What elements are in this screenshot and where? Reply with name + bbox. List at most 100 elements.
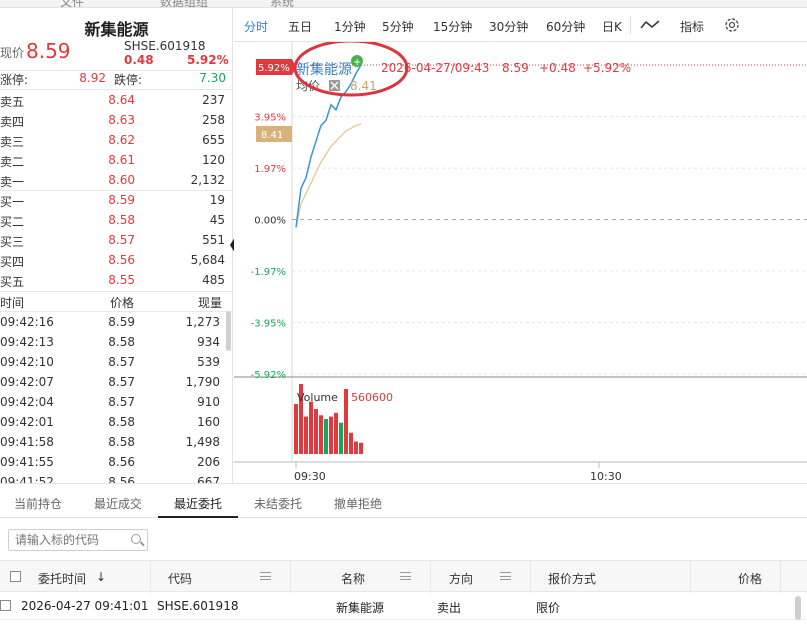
tab-daily-k[interactable]: 日K xyxy=(602,18,622,35)
tick-price: 8.58 xyxy=(108,415,135,429)
y-tick-label: 0.00% xyxy=(254,216,286,227)
search-box[interactable] xyxy=(8,529,148,551)
order-book-row[interactable]: 卖一 8.60 2,132 xyxy=(0,170,228,190)
tab-cancel-reject[interactable]: 撤单拒绝 xyxy=(334,495,382,512)
col-order-type[interactable]: 报价方式 xyxy=(548,570,596,587)
tab-five-day[interactable]: 五日 xyxy=(288,18,312,35)
order-book-row[interactable]: 卖四 8.63 258 xyxy=(0,110,228,130)
sort-down-icon[interactable]: ↓ xyxy=(96,570,106,584)
col-menu-icon[interactable] xyxy=(500,572,511,580)
limit-down-value: 7.30 xyxy=(199,71,226,85)
tick-row[interactable]: 09:41:58 8.58 1,498 xyxy=(0,432,228,452)
book-price: 8.61 xyxy=(108,153,135,167)
tab-recent-trades[interactable]: 最近成交 xyxy=(94,495,142,512)
tick-volume: 539 xyxy=(197,355,220,369)
tick-volume: 206 xyxy=(197,455,220,469)
table-scrollbar[interactable] xyxy=(795,596,801,620)
tab-30min[interactable]: 30分钟 xyxy=(489,18,528,35)
tick-row[interactable]: 09:41:55 8.56 206 xyxy=(0,452,228,472)
tick-row[interactable]: 09:41:52 8.56 667 xyxy=(0,472,228,483)
volume-bar xyxy=(294,404,298,454)
tick-time: 09:42:16 xyxy=(0,315,54,329)
tab-15min[interactable]: 15分钟 xyxy=(433,18,472,35)
order-book-row[interactable]: 卖五 8.64 237 xyxy=(0,90,228,110)
order-book-row[interactable]: 卖二 8.61 120 xyxy=(0,150,228,170)
tab-positions[interactable]: 当前持仓 xyxy=(14,495,62,512)
price-change-pct: 5.92% xyxy=(187,53,229,67)
tick-row[interactable]: 09:42:10 8.57 539 xyxy=(0,352,228,372)
tick-time: 09:42:07 xyxy=(0,375,54,389)
order-book-row[interactable]: 买一 8.59 19 xyxy=(0,190,228,210)
book-level-label: 卖一 xyxy=(0,175,25,189)
col-divider xyxy=(530,561,531,593)
book-price: 8.55 xyxy=(108,273,135,287)
volume-value: 560600 xyxy=(351,391,393,404)
tick-volume: 910 xyxy=(197,395,220,409)
intraday-chart[interactable]: 5.92% 8.41 3.95% 1.97% 0.00% -1.97% -3.95% -5… xyxy=(234,42,807,483)
menu-data[interactable]: 数据组组 xyxy=(160,0,208,7)
tick-price: 8.57 xyxy=(108,375,135,389)
chart-change: +0.48 xyxy=(539,61,576,75)
search-input[interactable] xyxy=(15,530,125,550)
wave-line-icon[interactable] xyxy=(640,19,660,31)
tick-time: 09:42:10 xyxy=(0,355,54,369)
tick-row[interactable]: 09:42:16 8.59 1,273 xyxy=(0,312,228,332)
volume-bar xyxy=(329,416,333,454)
menu-system[interactable]: 系统 xyxy=(270,0,294,7)
order-book-row[interactable]: 买五 8.55 485 xyxy=(0,270,228,290)
orders-table-header: 委托时间 ↓ 代码 名称 方向 报价方式 价格 xyxy=(0,560,807,593)
tick-time: 09:42:01 xyxy=(0,415,54,429)
tick-row[interactable]: 09:42:04 8.57 910 xyxy=(0,392,228,412)
order-name: 新集能源 xyxy=(336,601,385,615)
volume-bar xyxy=(319,415,323,454)
chart-grid xyxy=(234,42,807,468)
col-side[interactable]: 方向 xyxy=(449,570,473,587)
book-volume: 258 xyxy=(202,113,225,127)
tick-row[interactable]: 09:42:13 8.58 934 xyxy=(0,332,228,352)
tick-row[interactable]: 09:42:01 8.58 160 xyxy=(0,412,228,432)
select-all-checkbox[interactable] xyxy=(10,571,21,582)
tick-time: 09:41:55 xyxy=(0,455,54,469)
tab-open-orders[interactable]: 未结委托 xyxy=(254,495,302,512)
x-label-start: 09:30 xyxy=(294,470,326,483)
period-toolbar: 分时 五日 1分钟 5分钟 15分钟 30分钟 60分钟 日K 指标 xyxy=(234,8,807,42)
gear-icon[interactable] xyxy=(723,16,741,34)
stock-name: 新集能源 xyxy=(84,20,149,39)
search-icon[interactable] xyxy=(131,534,141,544)
col-price[interactable]: 价格 xyxy=(738,570,762,587)
tick-list-scrollbar[interactable] xyxy=(226,311,231,351)
row-checkbox[interactable] xyxy=(0,600,11,611)
limit-row: 涨停: 8.92 跌停: 7.30 xyxy=(0,71,232,89)
table-row[interactable]: 2026-04-27 09:41:01 SHSE.601918 新集能源 卖出 … xyxy=(0,592,807,620)
tick-volume: 934 xyxy=(197,335,220,349)
order-book-row[interactable]: 买三 8.57 551 xyxy=(0,230,228,250)
col-menu-icon[interactable] xyxy=(260,572,271,580)
avg-badge: 8.41 xyxy=(256,126,292,142)
col-menu-icon[interactable] xyxy=(400,572,411,580)
col-time[interactable]: 委托时间 xyxy=(38,570,86,587)
tab-1min[interactable]: 1分钟 xyxy=(334,18,366,35)
col-divider xyxy=(780,561,781,593)
volume-bar xyxy=(344,389,348,454)
menu-file[interactable]: 文件 xyxy=(60,0,84,7)
order-book-row[interactable]: 卖三 8.62 655 xyxy=(0,130,228,150)
order-book-row[interactable]: 买四 8.56 5,684 xyxy=(0,250,228,270)
active-tab-indicator xyxy=(158,516,238,518)
limit-up-value: 8.92 xyxy=(79,71,106,85)
top-menu-strip: 文件 数据组组 系统 xyxy=(0,0,807,8)
tick-time: 09:41:58 xyxy=(0,435,54,449)
price-label: 现价 xyxy=(0,46,25,60)
tab-60min[interactable]: 60分钟 xyxy=(546,18,585,35)
price-badge-text: 5.92% xyxy=(258,63,290,74)
tick-row[interactable]: 09:42:07 8.57 1,790 xyxy=(0,372,228,392)
col-name[interactable]: 名称 xyxy=(341,570,365,587)
order-book-row[interactable]: 买二 8.58 45 xyxy=(0,210,228,230)
tab-5min[interactable]: 5分钟 xyxy=(382,18,414,35)
tab-recent-orders[interactable]: 最近委托 xyxy=(174,495,222,512)
order-code: SHSE.601918 xyxy=(157,599,239,613)
col-code[interactable]: 代码 xyxy=(168,570,192,587)
order-type: 限价 xyxy=(536,601,561,615)
tab-intraday[interactable]: 分时 xyxy=(244,18,268,35)
indicator-button[interactable]: 指标 xyxy=(680,18,704,35)
book-price: 8.60 xyxy=(108,173,135,187)
